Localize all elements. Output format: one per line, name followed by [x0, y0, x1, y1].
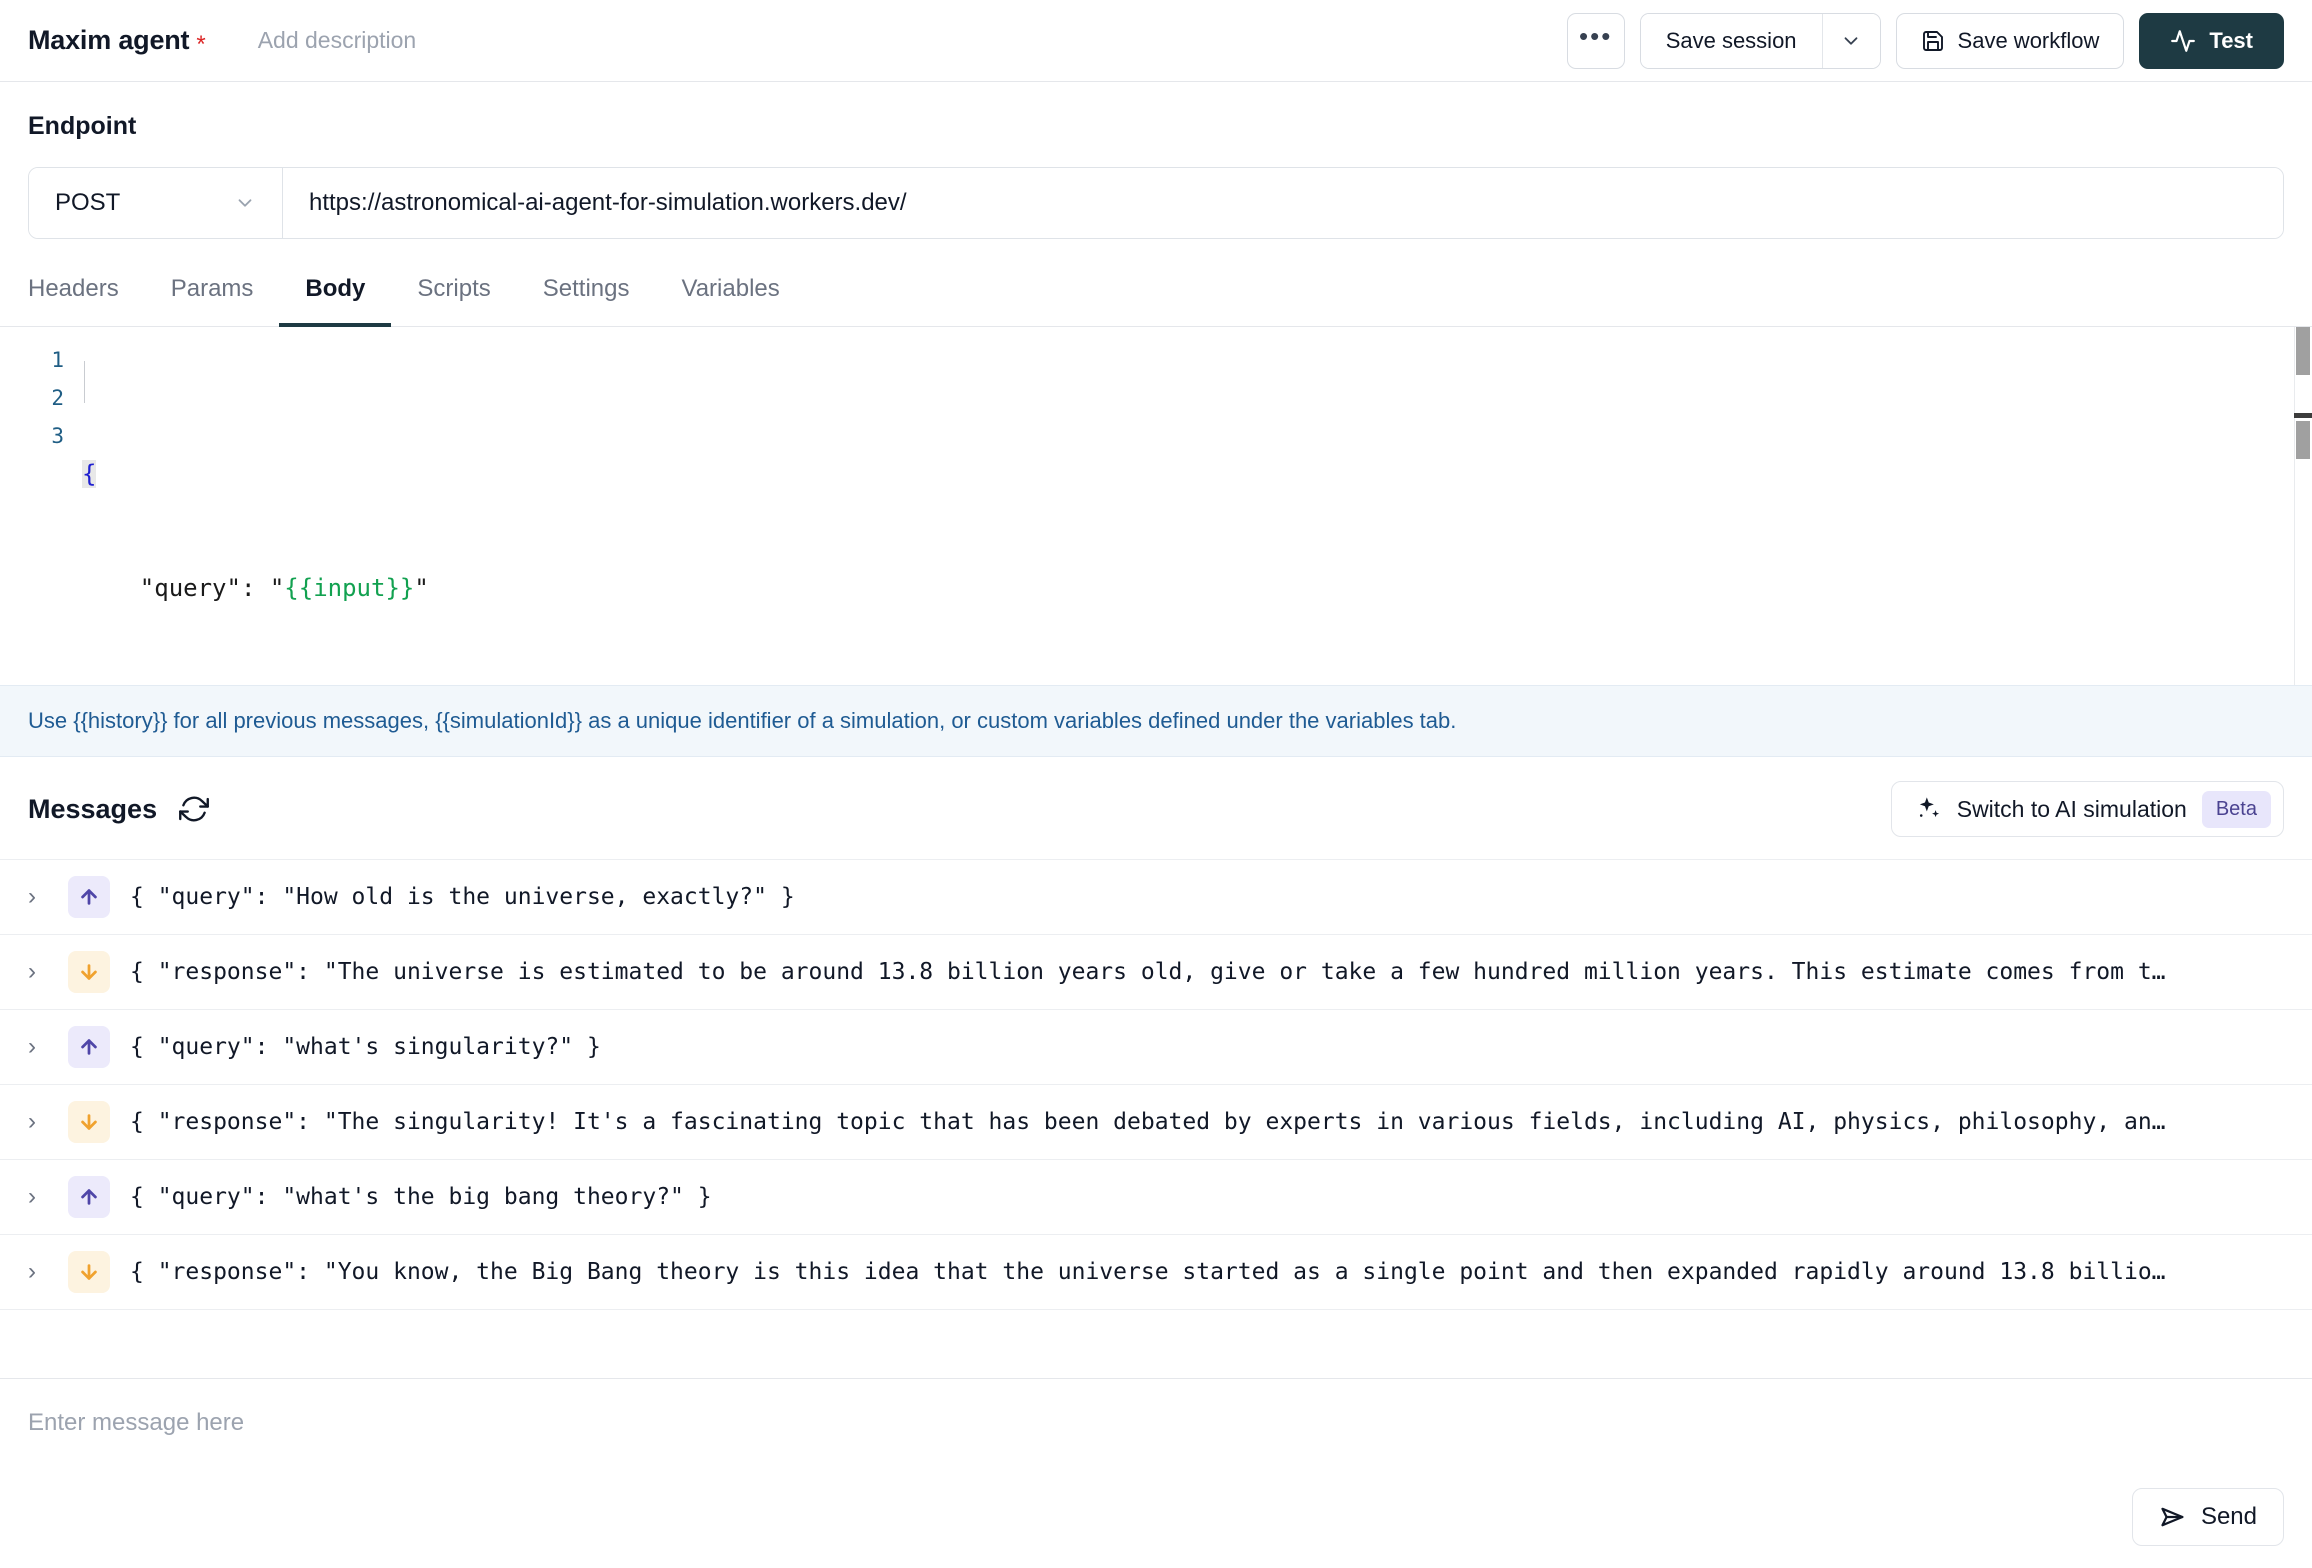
arrow-up-icon	[68, 876, 110, 918]
tab-variables[interactable]: Variables	[655, 257, 805, 327]
scrollbar-thumb-lower[interactable]	[2296, 421, 2310, 459]
message-row[interactable]: › { "query": "what's the big bang theory…	[0, 1160, 2312, 1235]
message-row[interactable]: › { "query": "How old is the universe, e…	[0, 860, 2312, 935]
page-title: Maxim agent *	[28, 25, 206, 58]
save-session-button[interactable]: Save session	[1640, 13, 1822, 68]
line-number: 2	[51, 386, 64, 410]
tab-settings[interactable]: Settings	[517, 257, 656, 327]
json-key-text: "query": "	[82, 574, 285, 602]
chevron-down-icon	[1840, 30, 1862, 52]
toolbar-actions: ••• Save session Save workflow Test	[1566, 12, 2284, 69]
message-text: { "response": "You know, the Big Bang th…	[130, 1259, 2166, 1285]
endpoint-section: Endpoint POST	[0, 82, 2312, 239]
scrollbar-marker	[2294, 413, 2312, 418]
line-number: 3	[51, 424, 64, 448]
template-variable: {{input}}	[284, 574, 415, 602]
message-input[interactable]	[28, 1409, 2284, 1437]
send-label: Send	[2200, 1503, 2257, 1530]
more-options-button[interactable]: •••	[1566, 12, 1625, 69]
expand-chevron-icon[interactable]: ›	[28, 1258, 48, 1286]
variables-hint-bar: Use {{history}} for all previous message…	[0, 685, 2312, 757]
scrollbar-thumb-upper[interactable]	[2296, 327, 2310, 375]
tab-body[interactable]: Body	[279, 257, 392, 327]
message-row[interactable]: › { "response": "The singularity! It's a…	[0, 1085, 2312, 1160]
message-text: { "query": "what's singularity?" }	[130, 1034, 601, 1060]
line-number: 1	[51, 348, 64, 372]
app-root: Maxim agent * Add description ••• Save s…	[0, 0, 2312, 1568]
chevron-down-icon	[234, 192, 256, 214]
save-session-dropdown-button[interactable]	[1821, 13, 1880, 68]
message-row[interactable]: › { "query": "what's singularity?" }	[0, 1010, 2312, 1085]
message-composer: Send	[0, 1378, 2312, 1568]
save-workflow-button[interactable]: Save workflow	[1895, 12, 2125, 69]
expand-chevron-icon[interactable]: ›	[28, 958, 48, 986]
save-disk-icon	[1921, 29, 1945, 53]
arrow-down-icon	[68, 951, 110, 993]
arrow-up-icon	[68, 1176, 110, 1218]
messages-list: › { "query": "How old is the universe, e…	[0, 859, 2312, 1310]
page-title-text: Maxim agent	[28, 25, 190, 55]
endpoint-url-input[interactable]	[283, 168, 2283, 238]
arrow-down-icon	[68, 1251, 110, 1293]
tab-scripts[interactable]: Scripts	[391, 257, 516, 327]
arrow-down-icon	[68, 1101, 110, 1143]
description-input[interactable]: Add description	[258, 27, 417, 54]
save-workflow-label: Save workflow	[1957, 27, 2100, 53]
send-button[interactable]: Send	[2131, 1488, 2284, 1546]
messages-header: Messages Switch to AI simulation Beta	[0, 757, 2312, 859]
refresh-icon[interactable]	[179, 794, 210, 824]
expand-chevron-icon[interactable]: ›	[28, 1108, 48, 1136]
message-text: { "response": "The singularity! It's a f…	[130, 1109, 2166, 1135]
body-code-editor[interactable]: 1 2 3 { "query": "{{input}}" }	[0, 327, 2312, 685]
save-session-split-button: Save session	[1639, 12, 1881, 69]
test-label: Test	[2209, 27, 2253, 53]
code-line-1: {	[82, 455, 2312, 493]
activity-pulse-icon	[2170, 28, 2196, 54]
arrow-up-icon	[68, 1026, 110, 1068]
message-text: { "query": "what's the big bang theory?"…	[130, 1184, 712, 1210]
send-paper-plane-icon	[2159, 1503, 2187, 1531]
message-row[interactable]: › { "response": "The universe is estimat…	[0, 935, 2312, 1010]
request-tabs: Headers Params Body Scripts Settings Var…	[0, 257, 2312, 327]
indent-guide	[84, 361, 85, 403]
editor-code-content[interactable]: { "query": "{{input}}" }	[82, 327, 2312, 685]
test-button[interactable]: Test	[2139, 12, 2284, 69]
expand-chevron-icon[interactable]: ›	[28, 1183, 48, 1211]
http-method-value: POST	[55, 189, 121, 216]
beta-badge: Beta	[2201, 790, 2271, 828]
expand-chevron-icon[interactable]: ›	[28, 883, 48, 911]
message-text: { "query": "How old is the universe, exa…	[130, 884, 795, 910]
required-marker: *	[196, 31, 206, 58]
top-toolbar: Maxim agent * Add description ••• Save s…	[0, 0, 2312, 82]
code-line-2: "query": "{{input}}"	[82, 569, 2312, 607]
endpoint-url-row: POST	[28, 167, 2284, 239]
code-line-3: }	[82, 683, 2312, 685]
expand-chevron-icon[interactable]: ›	[28, 1033, 48, 1061]
message-text: { "response": "The universe is estimated…	[130, 959, 2166, 985]
editor-scrollbar[interactable]	[2294, 327, 2312, 685]
sparkle-icon	[1914, 795, 1942, 823]
tab-headers[interactable]: Headers	[28, 257, 145, 327]
json-quote-end: "	[414, 574, 429, 602]
endpoint-section-title: Endpoint	[28, 112, 137, 140]
switch-to-ai-simulation-button[interactable]: Switch to AI simulation Beta	[1890, 781, 2284, 837]
messages-title: Messages	[28, 793, 158, 824]
tab-params[interactable]: Params	[145, 257, 280, 327]
ai-simulation-label: Switch to AI simulation	[1956, 795, 2187, 822]
json-open-brace: {	[82, 460, 97, 488]
http-method-select[interactable]: POST	[29, 168, 283, 238]
editor-line-numbers: 1 2 3	[0, 327, 82, 685]
message-row[interactable]: › { "response": "You know, the Big Bang …	[0, 1235, 2312, 1310]
